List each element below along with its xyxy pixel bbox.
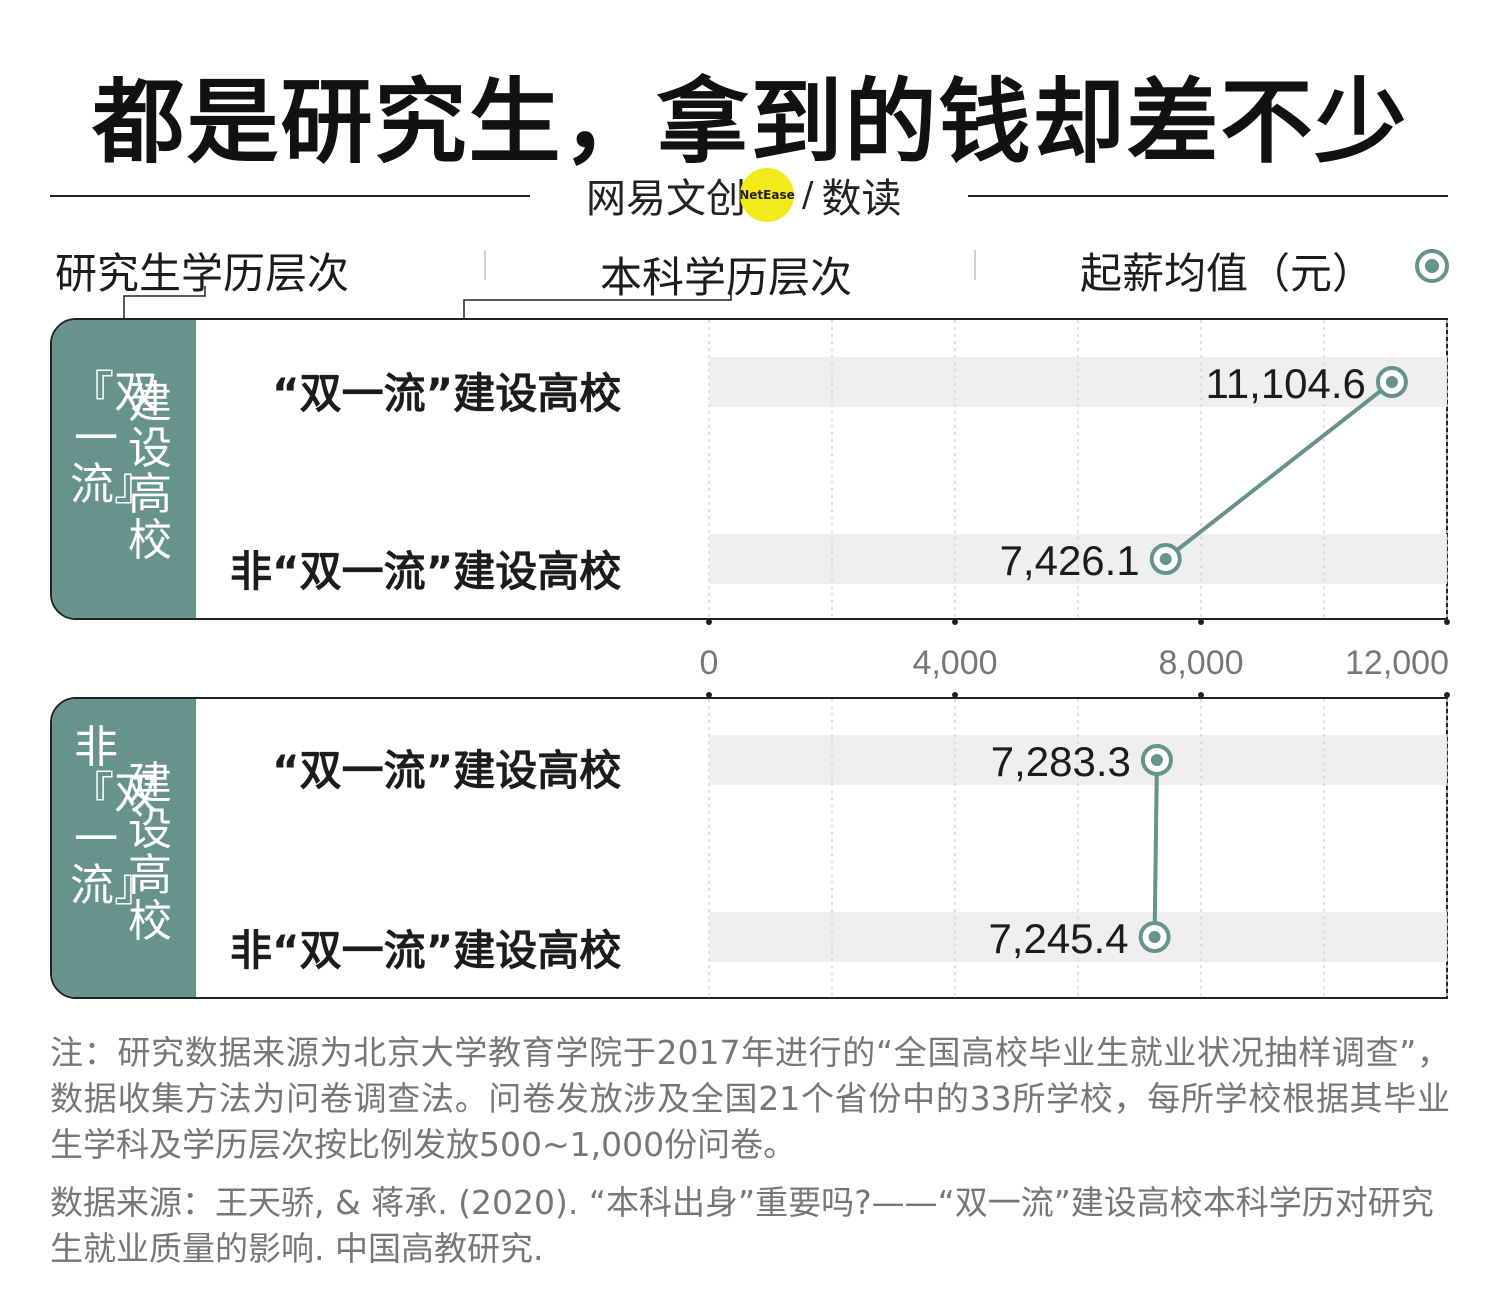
data-point-center (1385, 376, 1398, 388)
data-point-center (1150, 754, 1163, 766)
axis-tick (952, 692, 958, 698)
data-label: 11,104.6 (1206, 360, 1366, 407)
data-source: 数据来源：王天骄, & 蒋承. (2020). “本科出身”重要吗?——“双一流… (50, 1183, 1434, 1268)
axis-tick (706, 619, 712, 625)
x-tick-label: 8,000 (1158, 644, 1243, 682)
data-label: 7,426.1 (1000, 537, 1140, 584)
connector-line (1164, 380, 1394, 561)
data-label: 7,283.3 (991, 738, 1131, 785)
axis-tick (952, 619, 958, 625)
data-label: 7,245.4 (988, 915, 1128, 962)
axis-tick (1198, 692, 1204, 698)
footnote: 注：研究数据来源为北京大学教育学院于2017年进行的“全国高校毕业生就业状况抽样… (50, 1033, 1450, 1164)
x-tick-label: 0 (700, 644, 719, 682)
x-tick-label: 4,000 (912, 644, 997, 682)
data-point-center (1148, 931, 1161, 943)
data-point-center (1159, 553, 1172, 565)
connector-line (1152, 759, 1159, 938)
x-tick-label: 12,000 (1345, 644, 1449, 682)
axis-tick (1444, 692, 1450, 698)
axis-tick (1444, 619, 1450, 625)
axis-tick (1198, 619, 1204, 625)
axis-tick (706, 692, 712, 698)
